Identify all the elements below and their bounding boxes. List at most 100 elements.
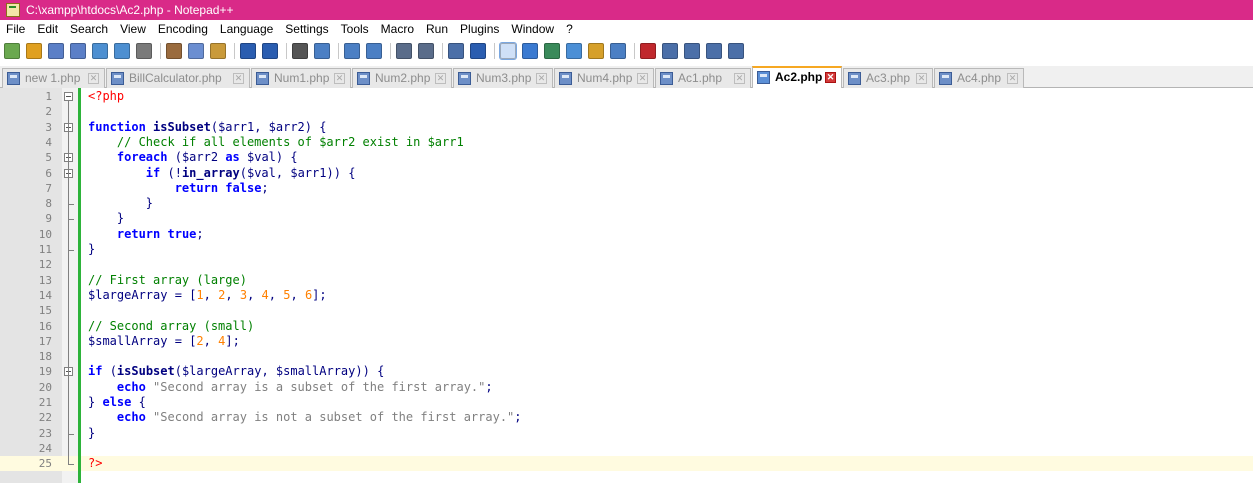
record-macro-icon[interactable]	[640, 43, 656, 59]
menu-plugins[interactable]: Plugins	[454, 20, 505, 38]
function-list-icon[interactable]	[566, 43, 582, 59]
tab-new-1-php[interactable]: new 1.php ✕	[2, 68, 105, 88]
language-icon[interactable]	[522, 43, 538, 59]
code-line[interactable]: 1 <?php	[0, 89, 1253, 104]
code-line[interactable]: 24	[0, 441, 1253, 456]
menu-language[interactable]: Language	[214, 20, 279, 38]
save-icon[interactable]	[48, 43, 64, 59]
line-number: 8	[45, 197, 52, 211]
close-all-icon[interactable]	[114, 43, 130, 59]
code-line[interactable]: 4 // Check if all elements of $arr2 exis…	[0, 135, 1253, 150]
sync-vertical-icon[interactable]	[396, 43, 412, 59]
doc-map-icon[interactable]	[544, 43, 560, 59]
tab-ac4-php[interactable]: Ac4.php ✕	[934, 68, 1024, 88]
code-text: // First array (large)	[88, 272, 247, 287]
close-tab-icon[interactable]: ✕	[734, 73, 745, 84]
menu-macro[interactable]: Macro	[375, 20, 420, 38]
new-file-icon[interactable]	[4, 43, 20, 59]
code-line[interactable]: 8 }	[0, 196, 1253, 211]
word-wrap-icon[interactable]	[448, 43, 464, 59]
show-all-chars-icon[interactable]	[470, 43, 486, 59]
code-line[interactable]: 21} else {	[0, 395, 1253, 410]
editor[interactable]: 1 <?php 2 3 function isSubset($arr1, $arr2) …	[0, 88, 1253, 483]
menu-file[interactable]: File	[0, 20, 31, 38]
zoom-in-icon[interactable]	[344, 43, 360, 59]
close-tab-icon[interactable]: ✕	[916, 73, 927, 84]
code-line[interactable]: 5 foreach ($arr2 as $val) {	[0, 150, 1253, 165]
fold-toggle-icon[interactable]	[64, 92, 73, 101]
cut-icon[interactable]	[166, 43, 182, 59]
stop-record-icon[interactable]	[662, 43, 678, 59]
paste-icon[interactable]	[210, 43, 226, 59]
close-tab-icon[interactable]: ✕	[825, 72, 836, 83]
tab-ac1-php[interactable]: Ac1.php ✕	[655, 68, 751, 88]
code-line[interactable]: 3 function isSubset($arr1, $arr2) {	[0, 120, 1253, 135]
line-number: 20	[38, 380, 52, 394]
code-line[interactable]: 11}	[0, 242, 1253, 257]
tab-billcalculator-php[interactable]: BillCalculator.php ✕	[106, 68, 250, 88]
indent-guide-icon[interactable]	[499, 42, 517, 60]
menu-help[interactable]: ?	[560, 20, 579, 38]
code-line[interactable]: 10 return true;	[0, 227, 1253, 242]
close-icon[interactable]	[92, 43, 108, 59]
redo-icon[interactable]	[262, 43, 278, 59]
print-icon[interactable]	[136, 43, 152, 59]
code-line[interactable]: 13 // First array (large)	[0, 273, 1253, 288]
close-tab-icon[interactable]: ✕	[1007, 73, 1018, 84]
close-tab-icon[interactable]: ✕	[88, 73, 99, 84]
find-icon[interactable]	[292, 43, 308, 59]
open-file-icon[interactable]	[26, 43, 42, 59]
line-number: 16	[38, 319, 52, 333]
menu-settings[interactable]: Settings	[279, 20, 334, 38]
code-line[interactable]: 9 }	[0, 211, 1253, 226]
save-all-icon[interactable]	[70, 43, 86, 59]
file-icon	[7, 72, 20, 85]
line-number: 17	[38, 334, 52, 348]
menu-encoding[interactable]: Encoding	[152, 20, 214, 38]
menu-search[interactable]: Search	[64, 20, 114, 38]
close-tab-icon[interactable]: ✕	[637, 73, 648, 84]
code-text: if (!in_array($val, $arr1)) {	[145, 165, 356, 180]
close-tab-icon[interactable]: ✕	[435, 73, 446, 84]
code-line[interactable]: 7 return false;	[0, 181, 1253, 196]
close-tab-icon[interactable]: ✕	[334, 73, 345, 84]
replace-icon[interactable]	[314, 43, 330, 59]
code-line[interactable]: 12	[0, 257, 1253, 272]
code-line[interactable]: 23}	[0, 426, 1253, 441]
code-line[interactable]: 14 $largeArray = [1, 2, 3, 4, 5, 6];	[0, 288, 1253, 303]
tab-ac3-php[interactable]: Ac3.php ✕	[843, 68, 933, 88]
run-macro-multiple-icon[interactable]	[706, 43, 722, 59]
copy-icon[interactable]	[188, 43, 204, 59]
menu-window[interactable]: Window	[505, 20, 560, 38]
tab-num3-php[interactable]: Num3.php ✕	[453, 68, 553, 88]
menu-view[interactable]: View	[114, 20, 152, 38]
tab-num1-php[interactable]: Num1.php ✕	[251, 68, 351, 88]
tab-num4-php[interactable]: Num4.php ✕	[554, 68, 654, 88]
menu-tools[interactable]: Tools	[335, 20, 375, 38]
code-line[interactable]: 18	[0, 349, 1253, 364]
close-tab-icon[interactable]: ✕	[233, 73, 244, 84]
menu-run[interactable]: Run	[420, 20, 454, 38]
zoom-out-icon[interactable]	[366, 43, 382, 59]
undo-icon[interactable]	[240, 43, 256, 59]
tab-num2-php[interactable]: Num2.php ✕	[352, 68, 452, 88]
code-line[interactable]: 16 // Second array (small)	[0, 319, 1253, 334]
code-line[interactable]: 6 if (!in_array($val, $arr1)) {	[0, 166, 1253, 181]
menu-edit[interactable]: Edit	[31, 20, 64, 38]
code-line[interactable]: 25 ?>	[0, 456, 1253, 472]
playback-icon[interactable]	[684, 43, 700, 59]
toolbar-separator	[286, 43, 287, 59]
code-line[interactable]: 17 $smallArray = [2, 4];	[0, 334, 1253, 349]
code-line[interactable]: 20 echo "Second array is a subset of the…	[0, 380, 1253, 395]
code-line[interactable]: 19 if (isSubset($largeArray, $smallArray)…	[0, 364, 1253, 379]
toolbar-separator	[390, 43, 391, 59]
close-tab-icon[interactable]: ✕	[536, 73, 547, 84]
code-line[interactable]: 2	[0, 104, 1253, 119]
tab-ac2-php[interactable]: Ac2.php ✕	[752, 66, 842, 88]
sync-horizontal-icon[interactable]	[418, 43, 434, 59]
code-line[interactable]: 22 echo "Second array is not a subset of…	[0, 410, 1253, 425]
monitor-icon[interactable]	[610, 43, 626, 59]
code-line[interactable]: 15	[0, 303, 1253, 318]
folder-workspace-icon[interactable]	[588, 43, 604, 59]
save-macro-icon[interactable]	[728, 43, 744, 59]
